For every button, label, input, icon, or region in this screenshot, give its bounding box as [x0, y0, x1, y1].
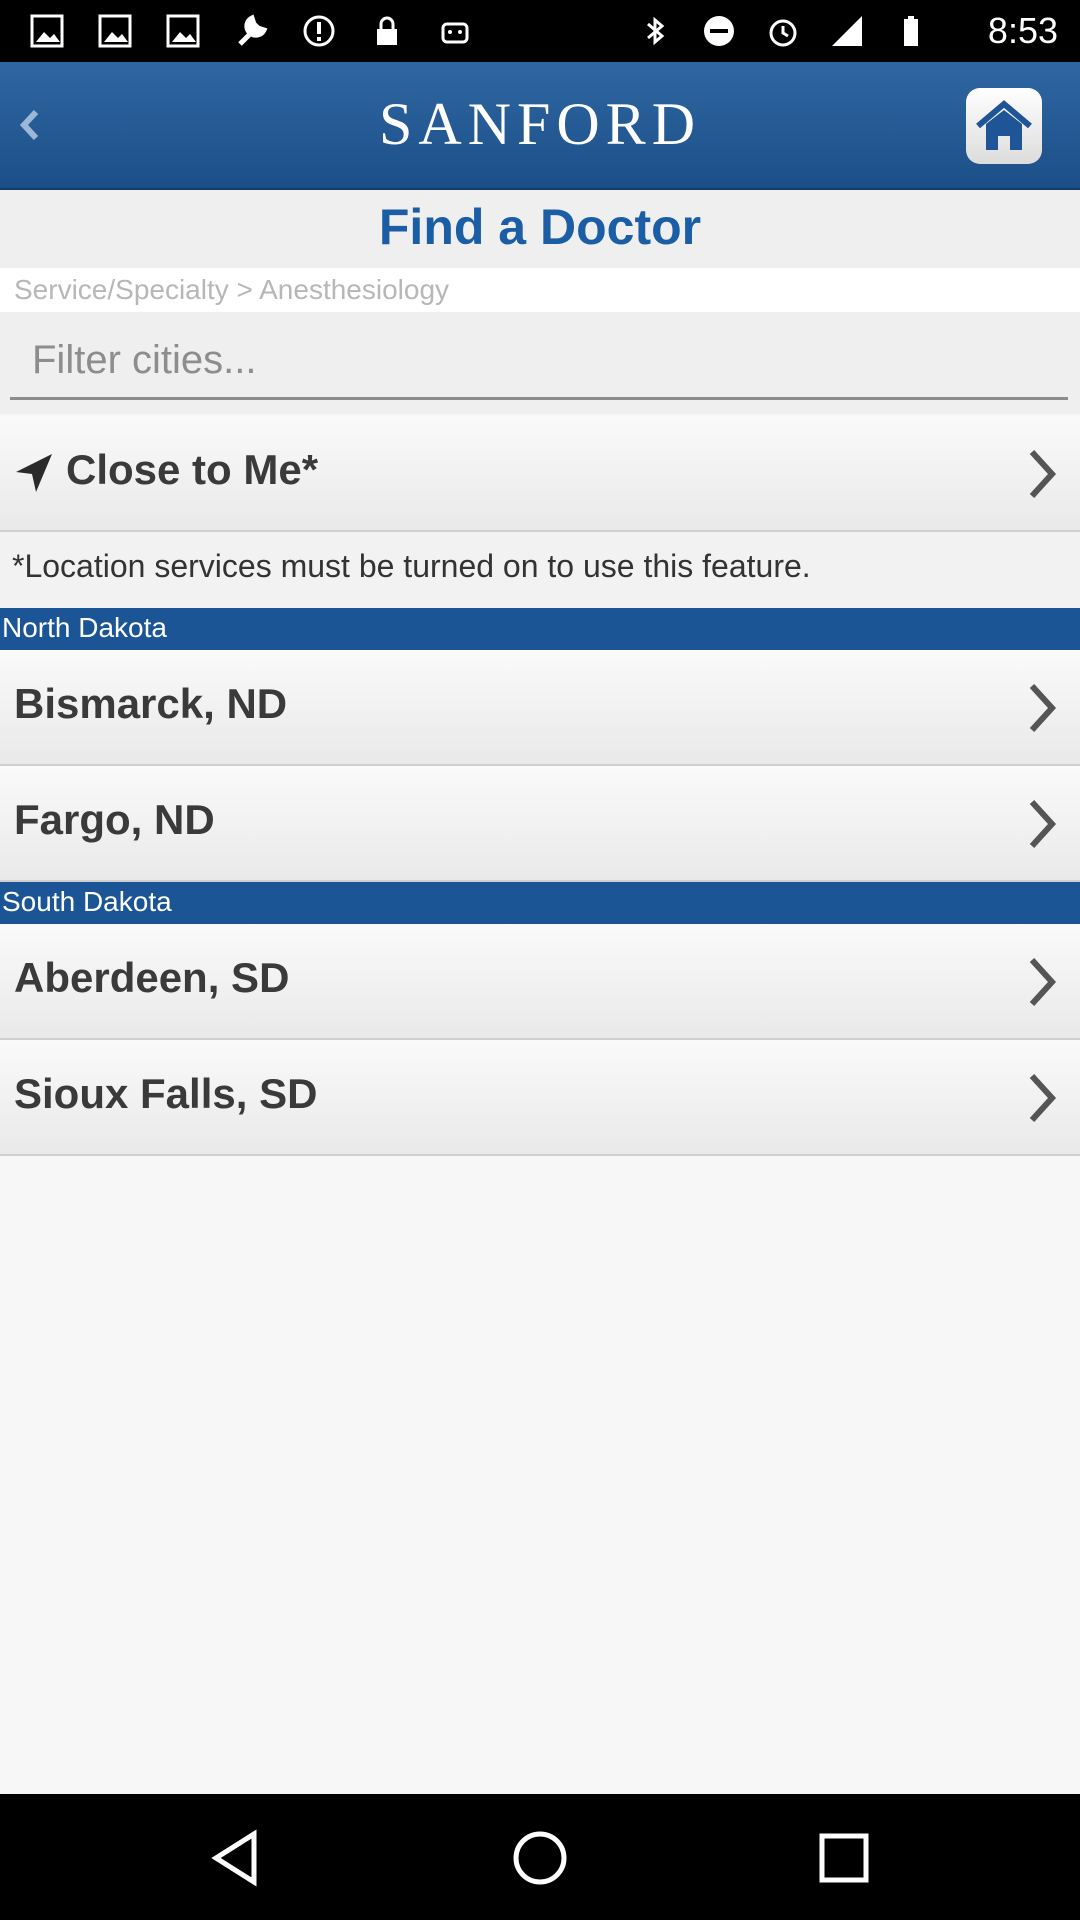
- bluetooth-icon: [636, 12, 674, 50]
- recents-square-icon[interactable]: [814, 1828, 874, 1888]
- close-to-me-row[interactable]: Close to Me*: [0, 416, 1080, 532]
- sanford-logo: SANFORD: [378, 91, 702, 157]
- city-row-aberdeen[interactable]: Aberdeen, SD: [0, 924, 1080, 1040]
- signal-icon: [828, 12, 866, 50]
- location-note-row: *Location services must be turned on to …: [0, 532, 1080, 608]
- lock-icon: [368, 12, 406, 50]
- filter-container: [0, 312, 1080, 414]
- do-not-disturb-icon: [700, 12, 738, 50]
- section-header-north-dakota: North Dakota: [0, 608, 1080, 650]
- navigation-arrow-icon: [16, 454, 52, 492]
- home-button[interactable]: [966, 88, 1042, 164]
- breadcrumb-bar: Service/Specialty > Anesthesiology: [0, 268, 1080, 312]
- photo-icon: [28, 12, 66, 50]
- alarm-icon: [764, 12, 802, 50]
- chevron-right-icon: [1029, 449, 1057, 499]
- location-note: *Location services must be turned on to …: [12, 548, 811, 584]
- city-label: Aberdeen, SD: [14, 954, 290, 1001]
- android-icon: [436, 12, 474, 50]
- city-label: Fargo, ND: [14, 796, 215, 843]
- status-bar: 8:53: [0, 0, 1080, 62]
- photo-icon: [96, 12, 134, 50]
- alert-icon: [300, 12, 338, 50]
- city-row-sioux-falls[interactable]: Sioux Falls, SD: [0, 1040, 1080, 1156]
- breadcrumb: Service/Specialty > Anesthesiology: [14, 274, 450, 305]
- system-nav-bar: [0, 1794, 1080, 1920]
- chevron-right-icon: [1029, 799, 1057, 849]
- section-title: North Dakota: [2, 612, 167, 643]
- chevron-right-icon: [1029, 683, 1057, 733]
- city-label: Sioux Falls, SD: [14, 1070, 318, 1117]
- page-title: Find a Doctor: [378, 199, 702, 255]
- wrench-icon: [232, 12, 270, 50]
- city-row-bismarck[interactable]: Bismarck, ND: [0, 650, 1080, 766]
- city-label: Bismarck, ND: [14, 680, 288, 727]
- chevron-right-icon: [1029, 957, 1057, 1007]
- title-bar: Find a Doctor: [0, 190, 1080, 268]
- section-header-south-dakota: South Dakota: [0, 882, 1080, 924]
- home-circle-icon[interactable]: [510, 1828, 570, 1888]
- app-header: SANFORD: [0, 62, 1080, 190]
- section-title: South Dakota: [2, 886, 172, 917]
- home-icon: [976, 100, 1032, 150]
- photo-icon: [164, 12, 202, 50]
- status-time: 8:53: [987, 10, 1058, 51]
- back-triangle-icon[interactable]: [206, 1828, 266, 1888]
- chevron-right-icon: [1029, 1073, 1057, 1123]
- city-row-fargo[interactable]: Fargo, ND: [0, 766, 1080, 882]
- close-to-me-label: Close to Me*: [66, 446, 319, 493]
- filter-cities-input[interactable]: [10, 324, 1068, 400]
- battery-icon: [892, 12, 930, 50]
